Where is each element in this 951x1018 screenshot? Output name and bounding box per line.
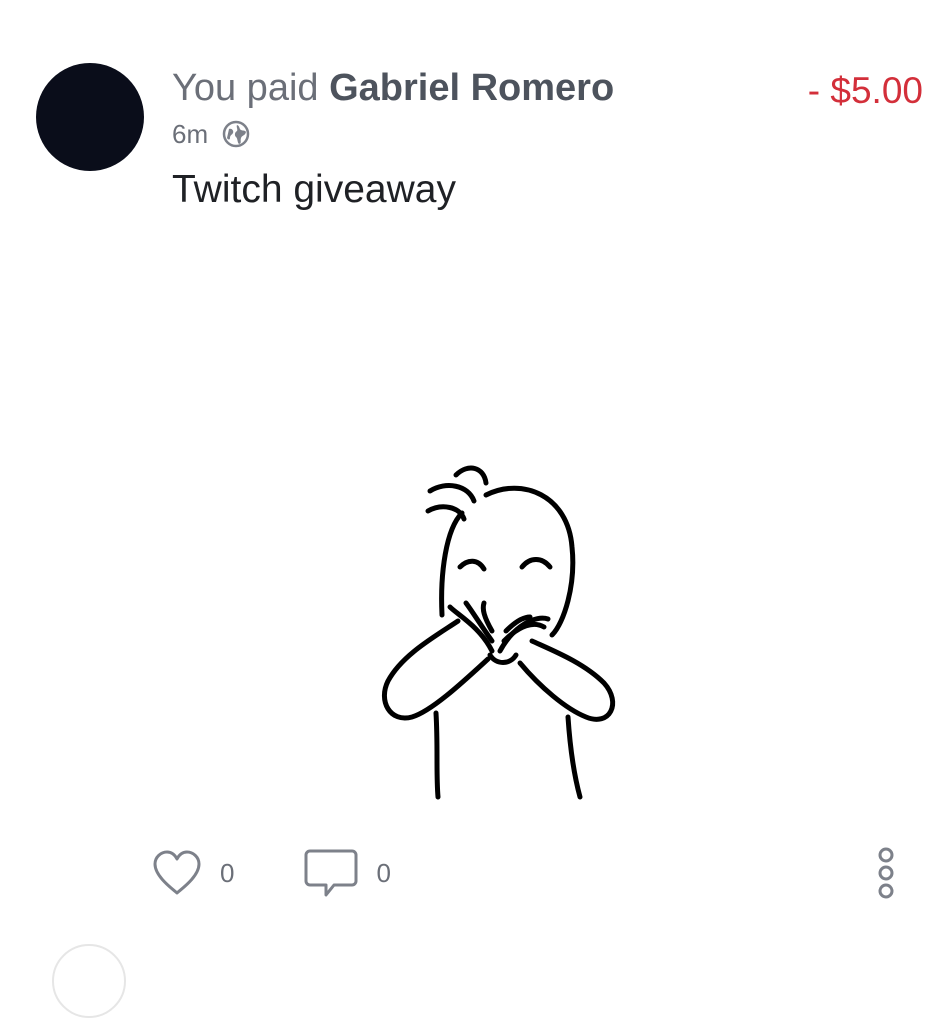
payment-headline: You paid Gabriel Romero [172, 64, 614, 112]
action-bar: 0 0 [152, 842, 391, 904]
like-count: 0 [220, 857, 235, 888]
timestamp: 6m [172, 118, 209, 149]
comment-button[interactable]: 0 [304, 847, 391, 899]
next-item-avatar[interactable] [52, 944, 126, 1018]
payment-amount: - $5.00 [807, 70, 923, 111]
payment-meta: 6m [172, 116, 250, 152]
recipient-name[interactable]: Gabriel Romero [329, 67, 614, 109]
comment-count: 0 [376, 857, 391, 888]
payment-verb: You paid [172, 67, 319, 109]
sticker-image[interactable] [372, 455, 632, 800]
comment-icon [304, 849, 358, 897]
payment-note: Twitch giveaway [172, 168, 456, 211]
heart-icon [153, 850, 201, 895]
avatar[interactable] [36, 63, 144, 171]
like-button[interactable]: 0 [152, 849, 234, 897]
globe-icon[interactable] [222, 120, 250, 148]
more-vertical-icon[interactable] [868, 842, 904, 904]
